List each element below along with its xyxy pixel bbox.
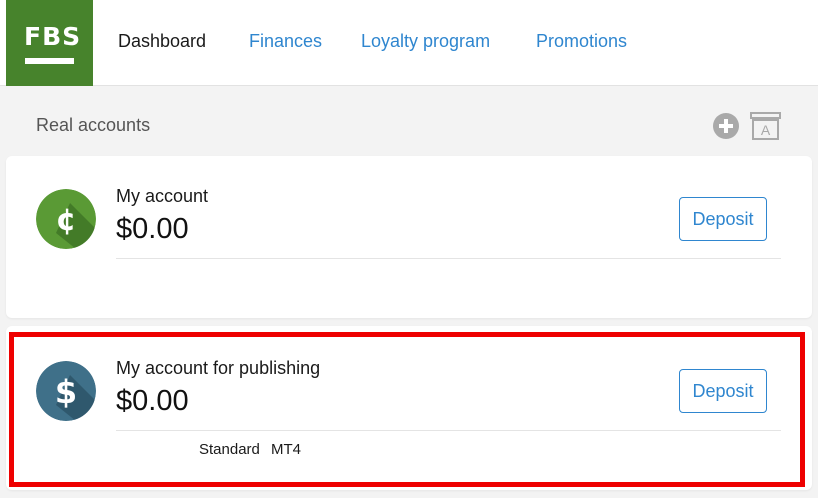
account-name: My account for publishing [116,358,321,378]
account-balance: $0.00 [116,213,189,245]
archive-box-icon[interactable]: A [750,112,781,140]
section-title: Real accounts [36,115,151,135]
nav-promotions[interactable]: Promotions [536,30,627,52]
divider [116,258,781,259]
nav-loyalty-program[interactable]: Loyalty program [361,30,490,52]
svg-text:$: $ [55,373,77,411]
cent-coin-icon: ¢ [36,189,96,249]
svg-text:¢: ¢ [56,203,77,238]
svg-text:A: A [761,122,771,138]
nav-dashboard[interactable]: Dashboard [118,30,206,52]
deposit-button[interactable]: Deposit [679,197,767,241]
divider [116,430,781,431]
top-header: FBS Dashboard Finances Loyalty program P… [0,0,818,86]
fbs-logo[interactable]: FBS [6,0,93,86]
logo-text: FBS [24,22,82,51]
nav-finances[interactable]: Finances [249,30,322,52]
account-platform: MT4 [271,441,301,458]
account-balance: $0.00 [116,385,189,417]
deposit-button[interactable]: Deposit [679,369,767,413]
dollar-coin-icon: $ [36,361,96,421]
account-name: My account [116,186,209,206]
plus-circle-icon[interactable] [713,113,739,139]
logo-underline [25,58,74,64]
account-type: Standard [199,441,260,458]
